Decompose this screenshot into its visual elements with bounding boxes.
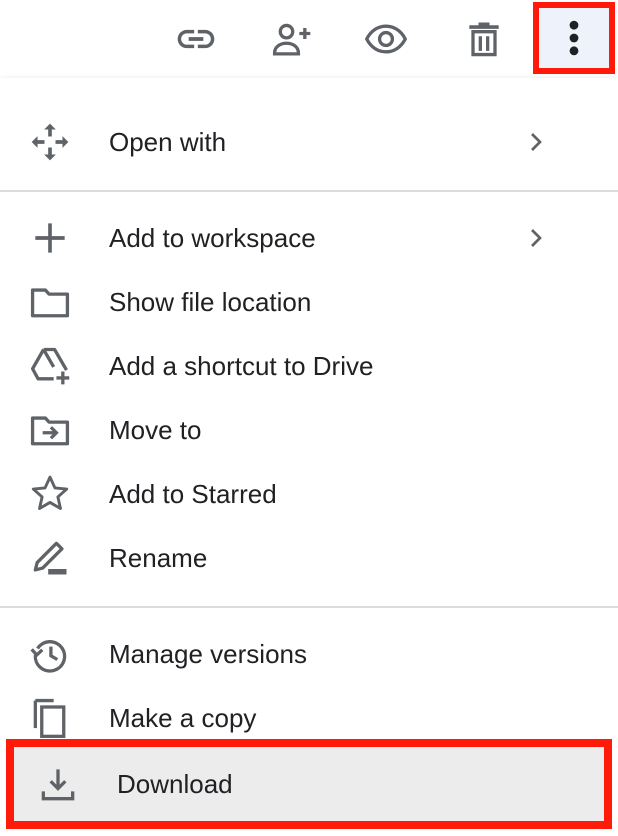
menu-item-add-shortcut[interactable]: Add a shortcut to Drive (0, 334, 618, 398)
drive-shortcut-icon (26, 342, 74, 390)
link-icon (177, 29, 215, 49)
remove-button[interactable] (454, 9, 514, 69)
open-with-icon (26, 118, 74, 166)
more-actions-button[interactable] (533, 2, 615, 74)
menu-item-label: Show file location (109, 287, 312, 317)
file-toolbar (0, 0, 618, 78)
chevron-right-icon (531, 133, 542, 151)
share-button[interactable] (262, 9, 322, 69)
menu-item-rename[interactable]: Rename (0, 526, 618, 590)
menu-item-download[interactable]: Download (6, 739, 612, 829)
preview-button[interactable] (356, 9, 416, 69)
copy-icon (26, 694, 74, 742)
chevron-right-icon (531, 229, 542, 247)
menu-item-label: Add a shortcut to Drive (109, 351, 374, 381)
menu-item-open-with[interactable]: Open with (0, 110, 618, 174)
menu-item-label: Rename (109, 543, 208, 573)
menu-item-show-file-location[interactable]: Show file location (0, 270, 618, 334)
download-icon (34, 760, 82, 808)
add-person-icon (272, 23, 311, 56)
menu-item-label: Add to workspace (109, 223, 316, 253)
menu-divider (0, 606, 618, 608)
menu-item-manage-versions[interactable]: Manage versions (0, 622, 618, 686)
menu-item-label: Manage versions (109, 639, 307, 669)
menu-item-move-to[interactable]: Move to (0, 398, 618, 462)
move-folder-icon (26, 406, 74, 454)
menu-item-label: Move to (109, 415, 202, 445)
menu-item-label: Open with (109, 127, 227, 157)
menu-item-label: Add to Starred (109, 479, 277, 509)
pencil-icon (26, 534, 74, 582)
folder-icon (26, 278, 74, 326)
star-icon (26, 470, 74, 518)
menu-divider (0, 190, 618, 192)
get-link-button[interactable] (166, 9, 226, 69)
more-vert-icon (569, 20, 579, 56)
menu-item-label: Download (117, 769, 233, 799)
trash-icon (469, 22, 499, 57)
eye-icon (364, 24, 408, 54)
history-icon (26, 630, 74, 678)
plus-icon (26, 214, 74, 262)
more-actions-menu: Open with Add to workspace Show file loc… (0, 78, 618, 836)
menu-item-add-starred[interactable]: Add to Starred (0, 462, 618, 526)
menu-item-add-to-workspace[interactable]: Add to workspace (0, 206, 618, 270)
